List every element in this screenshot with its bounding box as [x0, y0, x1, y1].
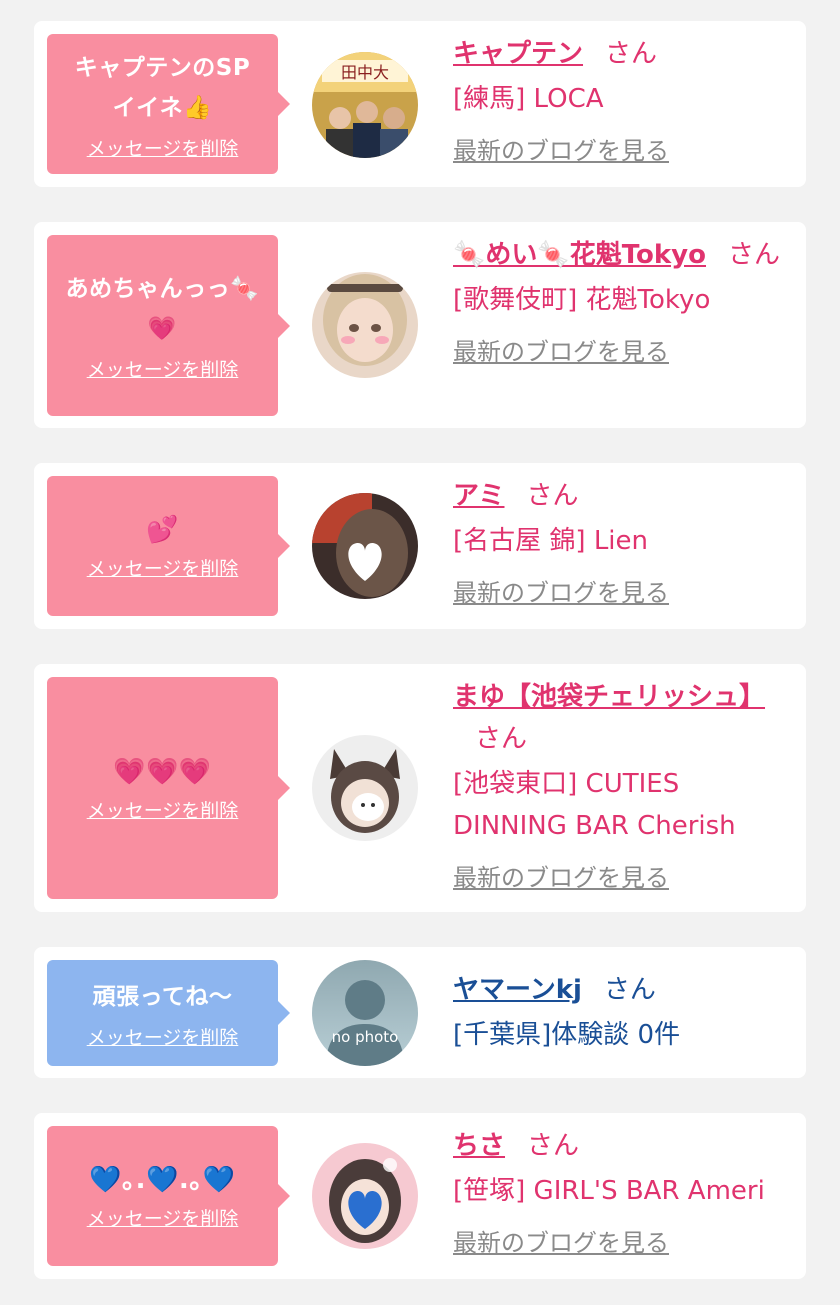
message-bubble: あめちゃんっっ🍬 💗 メッセージを削除: [47, 235, 290, 416]
sender-info: キャプテン さん [練馬] LOCA 最新のブログを見る: [453, 33, 793, 172]
svg-text:田中大: 田中大: [341, 63, 389, 82]
latest-blog-link[interactable]: 最新のブログを見る: [453, 1222, 669, 1264]
delete-message-link[interactable]: メッセージを削除: [87, 355, 239, 382]
list-item: 💕 メッセージを削除 アミ さん [名古屋 錦] Lien 最新のブログを見る: [34, 463, 806, 629]
avatar[interactable]: no photo: [312, 960, 418, 1066]
delete-message-link[interactable]: メッセージを削除: [87, 554, 239, 581]
avatar[interactable]: [312, 735, 418, 841]
sender-name-link[interactable]: ヤマーンkj: [453, 975, 582, 1005]
sender-name-link[interactable]: 🍬めい🍬花魁Tokyo: [453, 240, 706, 270]
message-bubble: 💕 メッセージを削除: [47, 476, 290, 616]
sender-info: 🍬めい🍬花魁Tokyo さん [歌舞伎町] 花魁Tokyo 最新のブログを見る: [453, 234, 793, 373]
message-bubble: 💙｡.💙.｡💙 メッセージを削除: [47, 1126, 290, 1266]
avatar[interactable]: 田中大: [312, 52, 418, 158]
message-bubble: 💗💗💗 メッセージを削除: [47, 677, 290, 899]
shop-label: [千葉県]体験談 0件: [453, 1020, 681, 1050]
sender-name-link[interactable]: アミ: [453, 481, 504, 511]
message-bubble: 頑張ってね〜 メッセージを削除: [47, 960, 290, 1066]
sender-name-link[interactable]: キャプテン: [453, 39, 583, 69]
delete-message-link[interactable]: メッセージを削除: [87, 1204, 239, 1231]
latest-blog-link[interactable]: 最新のブログを見る: [453, 130, 669, 172]
latest-blog-link[interactable]: 最新のブログを見る: [453, 857, 669, 899]
delete-message-link[interactable]: メッセージを削除: [87, 134, 239, 161]
shop-label: [練馬] LOCA: [453, 84, 604, 114]
shop-label: [名古屋 錦] Lien: [453, 526, 649, 556]
sender-name-link[interactable]: まゆ【池袋チェリッシュ】: [453, 682, 765, 712]
sender-name-link[interactable]: ちさ: [453, 1131, 505, 1161]
sender-info: ちさ さん [笹塚] GIRL'S BAR Ameri 最新のブログを見る: [453, 1125, 793, 1264]
sender-info: ヤマーンkj さん [千葉県]体験談 0件: [453, 969, 793, 1056]
message-text: 頑張ってね〜: [92, 983, 233, 1010]
message-text: あめちゃんっっ🍬 💗: [65, 276, 260, 342]
list-item: 💗💗💗 メッセージを削除 まゆ【池袋チェリッシュ】さん [池袋東口] CUTIE…: [34, 664, 806, 912]
honorific: さん: [526, 481, 579, 511]
delete-message-link[interactable]: メッセージを削除: [87, 1023, 239, 1050]
list-item: キャプテンのSP イイネ👍 メッセージを削除 田中大 キャプテン さん [練馬] …: [34, 21, 806, 187]
honorific: さん: [475, 724, 528, 754]
honorific: さん: [603, 975, 656, 1005]
message-bubble: キャプテンのSP イイネ👍 メッセージを削除: [47, 34, 290, 174]
avatar[interactable]: [312, 493, 418, 599]
avatar[interactable]: [312, 272, 418, 378]
message-text: 💙｡.💙.｡💙: [89, 1164, 236, 1195]
list-item: 頑張ってね〜 メッセージを削除 no photo ヤマーンkj さん [千葉県]体…: [34, 947, 806, 1078]
no-photo-label: no photo: [332, 1028, 399, 1046]
delete-message-link[interactable]: メッセージを削除: [87, 796, 239, 823]
shop-label: [歌舞伎町] 花魁Tokyo: [453, 285, 711, 315]
message-text: キャプテンのSP イイネ👍: [74, 54, 251, 121]
avatar[interactable]: [312, 1143, 418, 1249]
honorific: さん: [605, 39, 658, 69]
shop-label: [笹塚] GIRL'S BAR Ameri: [453, 1176, 765, 1206]
latest-blog-link[interactable]: 最新のブログを見る: [453, 572, 669, 614]
message-text: 💕: [146, 514, 179, 545]
latest-blog-link[interactable]: 最新のブログを見る: [453, 331, 669, 373]
message-text: 💗💗💗: [113, 756, 212, 787]
list-item: 💙｡.💙.｡💙 メッセージを削除 ちさ さん [笹塚] GIRL'S BAR Am…: [34, 1113, 806, 1279]
honorific: さん: [527, 1131, 580, 1161]
honorific: さん: [728, 240, 781, 270]
sender-info: アミ さん [名古屋 錦] Lien 最新のブログを見る: [453, 475, 793, 614]
list-item: あめちゃんっっ🍬 💗 メッセージを削除 🍬めい🍬花魁Tokyo さん [歌舞伎町]…: [34, 222, 806, 428]
shop-label: [池袋東口] CUTIES DINNING BAR Cherish: [453, 769, 736, 841]
sender-info: まゆ【池袋チェリッシュ】さん [池袋東口] CUTIES DINNING BAR…: [453, 676, 793, 899]
